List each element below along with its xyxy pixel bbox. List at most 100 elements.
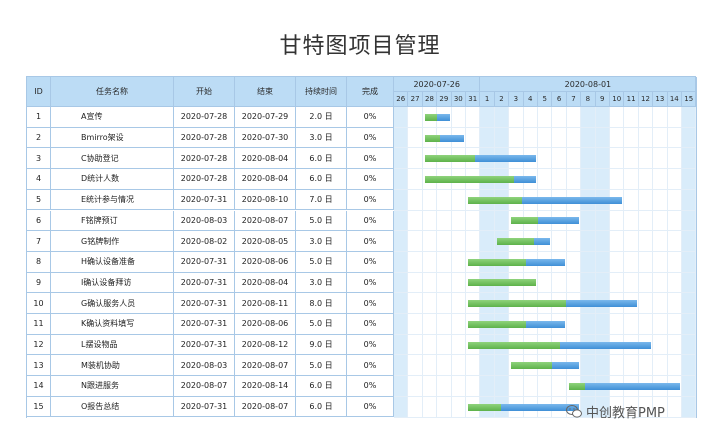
- task-cell-start[interactable]: 2020-07-31: [174, 314, 235, 335]
- task-cell-id[interactable]: 6: [27, 210, 51, 232]
- task-cell-end[interactable]: 2020-08-06: [235, 251, 296, 273]
- task-cell-start[interactable]: 2020-08-02: [174, 231, 235, 252]
- task-cell-end[interactable]: 2020-08-14: [235, 376, 296, 397]
- column-header-id[interactable]: ID: [27, 77, 51, 107]
- task-cell-complete[interactable]: 0%: [347, 272, 394, 294]
- task-cell-complete[interactable]: 0%: [347, 148, 394, 170]
- task-cell-end[interactable]: 2020-08-06: [235, 314, 296, 335]
- task-cell-start[interactable]: 2020-08-03: [174, 210, 235, 232]
- task-cell-complete[interactable]: 0%: [347, 396, 394, 418]
- task-cell-name[interactable]: A宣传: [51, 107, 174, 128]
- task-cell-complete[interactable]: 0%: [347, 189, 394, 211]
- task-cell-id[interactable]: 7: [27, 231, 51, 252]
- task-cell-id[interactable]: 8: [27, 251, 51, 273]
- task-cell-complete[interactable]: 0%: [347, 251, 394, 273]
- task-cell-start[interactable]: 2020-07-31: [174, 251, 235, 273]
- task-cell-end[interactable]: 2020-08-07: [235, 355, 296, 377]
- task-bar[interactable]: [468, 258, 565, 266]
- task-cell-end[interactable]: 2020-07-29: [235, 107, 296, 128]
- task-cell-name[interactable]: M装机协助: [51, 355, 174, 377]
- task-cell-id[interactable]: 2: [27, 127, 51, 149]
- task-bar[interactable]: [511, 362, 580, 370]
- task-cell-duration[interactable]: 9.0 日: [296, 334, 347, 356]
- task-bar[interactable]: [424, 155, 536, 163]
- task-cell-name[interactable]: L摆设物品: [51, 334, 174, 356]
- task-cell-duration[interactable]: 7.0 日: [296, 189, 347, 211]
- task-cell-end[interactable]: 2020-08-10: [235, 189, 296, 211]
- task-cell-complete[interactable]: 0%: [347, 355, 394, 377]
- task-bar[interactable]: [468, 300, 637, 308]
- task-cell-name[interactable]: I确认设备拜访: [51, 272, 174, 294]
- task-cell-duration[interactable]: 6.0 日: [296, 396, 347, 418]
- task-cell-complete[interactable]: 0%: [347, 127, 394, 149]
- task-cell-complete[interactable]: 0%: [347, 231, 394, 252]
- task-cell-start[interactable]: 2020-07-31: [174, 334, 235, 356]
- task-cell-start[interactable]: 2020-08-03: [174, 355, 235, 377]
- task-cell-complete[interactable]: 0%: [347, 169, 394, 190]
- task-cell-end[interactable]: 2020-08-04: [235, 272, 296, 294]
- task-bar[interactable]: [424, 113, 450, 121]
- task-bar[interactable]: [511, 217, 580, 225]
- task-cell-end[interactable]: 2020-08-04: [235, 169, 296, 190]
- column-header-end[interactable]: 结束: [235, 77, 296, 107]
- task-cell-end[interactable]: 2020-08-12: [235, 334, 296, 356]
- task-bar[interactable]: [424, 175, 536, 183]
- column-header-name[interactable]: 任务名称: [51, 77, 174, 107]
- task-cell-end[interactable]: 2020-08-05: [235, 231, 296, 252]
- task-cell-start[interactable]: 2020-07-31: [174, 272, 235, 294]
- task-bar[interactable]: [468, 341, 652, 349]
- task-bar[interactable]: [468, 196, 623, 204]
- task-cell-id[interactable]: 1: [27, 107, 51, 128]
- task-cell-complete[interactable]: 0%: [347, 334, 394, 356]
- task-cell-duration[interactable]: 6.0 日: [296, 376, 347, 397]
- task-cell-start[interactable]: 2020-07-31: [174, 189, 235, 211]
- task-cell-id[interactable]: 9: [27, 272, 51, 294]
- task-cell-duration[interactable]: 5.0 日: [296, 314, 347, 335]
- task-cell-name[interactable]: E统计参与情况: [51, 189, 174, 211]
- task-cell-id[interactable]: 5: [27, 189, 51, 211]
- task-cell-duration[interactable]: 3.0 日: [296, 231, 347, 252]
- task-cell-duration[interactable]: 5.0 日: [296, 251, 347, 273]
- task-cell-start[interactable]: 2020-07-28: [174, 169, 235, 190]
- task-cell-start[interactable]: 2020-07-28: [174, 148, 235, 170]
- task-cell-id[interactable]: 3: [27, 148, 51, 170]
- task-cell-name[interactable]: K确认资料填写: [51, 314, 174, 335]
- task-cell-name[interactable]: Bmirro架设: [51, 127, 174, 149]
- task-cell-name[interactable]: G铭牌制作: [51, 231, 174, 252]
- task-bar[interactable]: [468, 320, 565, 328]
- task-cell-name[interactable]: N跟进服务: [51, 376, 174, 397]
- task-cell-duration[interactable]: 5.0 日: [296, 355, 347, 377]
- task-cell-end[interactable]: 2020-08-11: [235, 293, 296, 314]
- task-cell-complete[interactable]: 0%: [347, 314, 394, 335]
- task-cell-id[interactable]: 10: [27, 293, 51, 314]
- task-cell-start[interactable]: 2020-08-07: [174, 376, 235, 397]
- task-cell-complete[interactable]: 0%: [347, 107, 394, 128]
- task-bar[interactable]: [424, 134, 464, 142]
- task-cell-start[interactable]: 2020-07-31: [174, 396, 235, 418]
- task-cell-duration[interactable]: 6.0 日: [296, 169, 347, 190]
- column-header-start[interactable]: 开始: [174, 77, 235, 107]
- task-bar[interactable]: [568, 382, 680, 390]
- task-cell-duration[interactable]: 2.0 日: [296, 107, 347, 128]
- task-cell-name[interactable]: C协助登记: [51, 148, 174, 170]
- column-header-complete[interactable]: 完成: [347, 77, 394, 107]
- task-cell-complete[interactable]: 0%: [347, 210, 394, 232]
- task-cell-duration[interactable]: 3.0 日: [296, 272, 347, 294]
- task-bar[interactable]: [468, 403, 580, 411]
- task-cell-complete[interactable]: 0%: [347, 376, 394, 397]
- task-cell-start[interactable]: 2020-07-31: [174, 293, 235, 314]
- task-cell-duration[interactable]: 8.0 日: [296, 293, 347, 314]
- task-cell-name[interactable]: H确认设备准备: [51, 251, 174, 273]
- task-cell-id[interactable]: 12: [27, 334, 51, 356]
- task-cell-complete[interactable]: 0%: [347, 293, 394, 314]
- task-cell-duration[interactable]: 6.0 日: [296, 148, 347, 170]
- task-cell-end[interactable]: 2020-08-04: [235, 148, 296, 170]
- task-cell-name[interactable]: F铭牌预订: [51, 210, 174, 232]
- task-cell-duration[interactable]: 5.0 日: [296, 210, 347, 232]
- task-cell-name[interactable]: G确认服务人员: [51, 293, 174, 314]
- task-cell-name[interactable]: O报告总结: [51, 396, 174, 418]
- task-bar[interactable]: [468, 279, 536, 287]
- column-header-duration[interactable]: 持续时间: [296, 77, 347, 107]
- task-cell-id[interactable]: 15: [27, 396, 51, 418]
- task-cell-id[interactable]: 4: [27, 169, 51, 190]
